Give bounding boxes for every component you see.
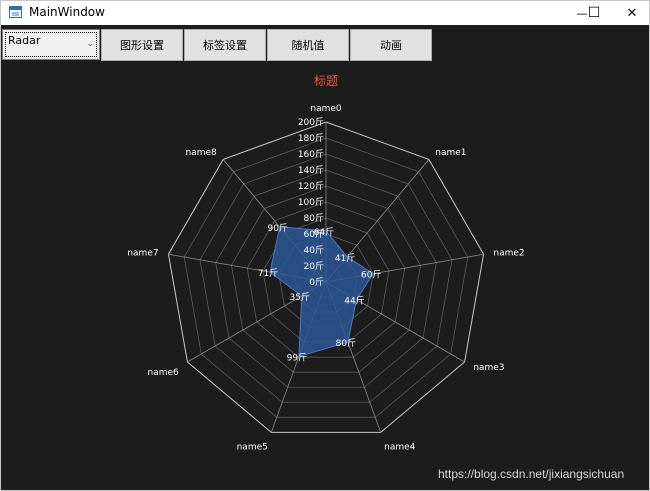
data-label: 80斤 [336, 338, 356, 349]
close-button[interactable]: ✕ [609, 1, 649, 25]
data-label: 35斤 [290, 292, 310, 303]
data-label: 71斤 [258, 268, 278, 279]
axis-name-label: name7 [127, 248, 158, 258]
radar-chart: 标题64斤41斤60斤44斤80斤99斤35斤71斤90斤0斤20斤40斤60斤… [127, 74, 524, 453]
axis-name-label: name8 [185, 148, 217, 158]
app-window-icon [9, 6, 22, 18]
chart-type-value: Radar [8, 34, 41, 47]
maximize-icon: ☐ [587, 5, 601, 21]
axis-name-label: name5 [237, 443, 268, 453]
radial-tick-label: 60斤 [304, 229, 324, 240]
window-title: MainWindow [29, 5, 105, 19]
data-label: 41斤 [335, 253, 355, 264]
radial-tick-label: 180斤 [298, 133, 324, 144]
radial-tick-label: 0斤 [309, 277, 324, 288]
axis-name-label: name2 [493, 248, 524, 258]
title-bar[interactable]: MainWindow — ☐ ✕ [1, 1, 649, 25]
data-label: 60斤 [361, 270, 381, 281]
radial-tick-label: 160斤 [298, 149, 324, 160]
data-label: 99斤 [287, 352, 307, 363]
toolbar: Radar ⌄ 图形设置 标签设置 随机值 动画 [1, 25, 649, 65]
axis-name-label: name6 [148, 368, 180, 378]
label-settings-button[interactable]: 标签设置 [184, 29, 266, 61]
radial-tick-label: 40斤 [304, 245, 324, 256]
close-icon: ✕ [626, 5, 638, 21]
axis-name-label: name1 [435, 148, 466, 158]
axis-name-label: name0 [310, 104, 342, 114]
main-window: MainWindow — ☐ ✕ Radar ⌄ 图形设置 标签设置 随机值 动… [0, 0, 650, 491]
radial-tick-label: 120斤 [298, 181, 324, 192]
watermark-text: https://blog.csdn.net/jixiangsichuan [438, 467, 625, 481]
axis-name-label: name4 [384, 443, 416, 453]
animation-button[interactable]: 动画 [350, 29, 432, 61]
axis-name-label: name3 [473, 363, 504, 373]
chart-settings-button[interactable]: 图形设置 [101, 29, 183, 61]
radial-tick-label: 100斤 [298, 197, 324, 208]
radial-tick-label: 20斤 [304, 261, 324, 272]
chevron-down-icon: ⌄ [86, 39, 94, 49]
chart-title: 标题 [314, 74, 338, 88]
random-value-button[interactable]: 随机值 [267, 29, 349, 61]
data-label: 90斤 [267, 223, 287, 234]
chart-type-combobox[interactable]: Radar ⌄ [2, 29, 100, 60]
radial-tick-label: 140斤 [298, 165, 324, 176]
data-label: 44斤 [344, 296, 364, 307]
radial-tick-label: 80斤 [304, 213, 324, 224]
radial-tick-label: 200斤 [298, 117, 324, 128]
